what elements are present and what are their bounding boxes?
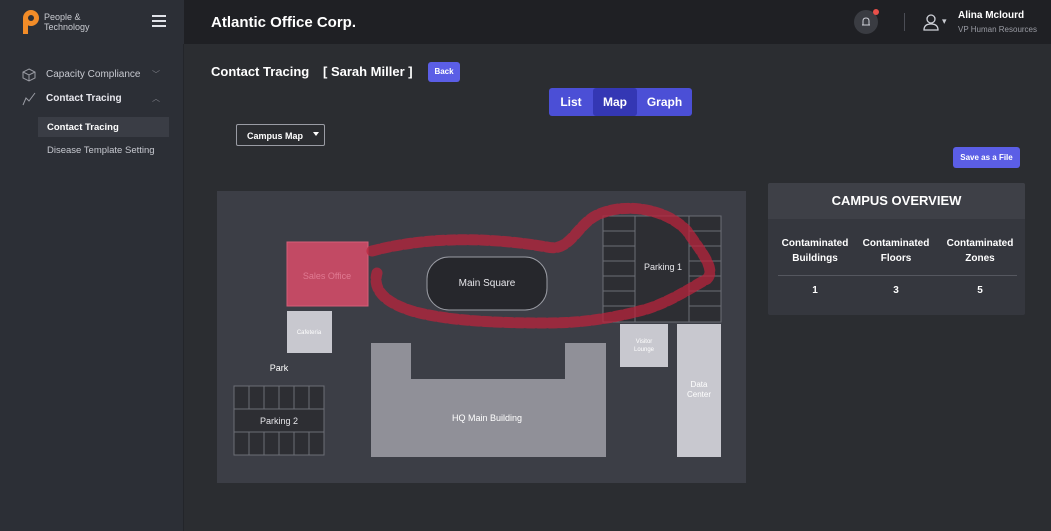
sidebar-subitem-label: Disease Template Setting — [47, 145, 155, 156]
sidebar-item-capacity-compliance[interactable]: Capacity Compliance ﹀ — [0, 64, 184, 86]
top-bar: People & Technology Atlantic Office Corp… — [0, 0, 1051, 44]
sidebar-subitem-disease-template-setting[interactable]: Disease Template Setting — [38, 140, 169, 160]
view-option-graph[interactable]: Graph — [637, 88, 692, 116]
sidebar-item-contact-tracing[interactable]: Contact Tracing ︿ — [0, 88, 184, 110]
data-center-label-2: Center — [687, 390, 711, 399]
sales-office-label: Sales Office — [303, 271, 351, 281]
user-name: Alina Mclourd — [958, 10, 1025, 21]
header-divider — [904, 13, 905, 31]
data-center-label-1: Data — [691, 380, 708, 389]
campus-overview-title: CAMPUS OVERVIEW — [768, 183, 1025, 219]
hq-main-label: HQ Main Building — [452, 413, 522, 423]
user-role: VP Human Resources — [958, 25, 1037, 34]
menu-toggle-icon[interactable] — [152, 15, 166, 27]
park-label: Park — [270, 363, 289, 373]
contaminated-buildings-value: 1 — [812, 285, 818, 296]
sidebar-item-label: Contact Tracing — [46, 93, 122, 104]
caret-down-icon — [313, 132, 319, 136]
traced-person-name: [ Sarah Miller ] — [323, 64, 413, 79]
chevron-up-icon: ︿ — [152, 94, 160, 103]
map-select-value: Campus Map — [247, 131, 304, 141]
parking-1-label: Parking 1 — [644, 262, 682, 272]
campus-overview-panel: CAMPUS OVERVIEW Contaminated Buildings C… — [768, 183, 1025, 315]
cafeteria-label: Cafeteria — [297, 330, 322, 336]
main-square-label: Main Square — [459, 278, 516, 289]
cube-icon — [22, 68, 36, 82]
save-as-file-button[interactable]: Save as a File — [953, 147, 1020, 168]
parking-2-label: Parking 2 — [260, 416, 298, 426]
contaminated-zones-value: 5 — [977, 285, 983, 296]
sidebar-subitem-label: Contact Tracing — [47, 122, 119, 133]
map-select[interactable]: Campus Map — [236, 124, 325, 146]
notification-dot — [873, 9, 879, 15]
sidebar-item-label: Capacity Compliance — [46, 69, 141, 80]
campus-map[interactable]: Sales Office Main Square Parking 1 Cafet… — [217, 191, 746, 483]
notification-bell-icon[interactable] — [854, 9, 879, 34]
contaminated-floors-value: 3 — [893, 285, 899, 296]
contaminated-zones-header: Contaminated Zones — [946, 238, 1014, 264]
trend-line-icon — [22, 92, 36, 106]
view-option-list[interactable]: List — [549, 88, 593, 116]
visitor-lounge-building — [620, 324, 668, 367]
brand-logo-icon — [23, 10, 39, 34]
contaminated-floors-header: Contaminated Floors — [862, 238, 930, 264]
contaminated-buildings-header: Contaminated Buildings — [781, 238, 849, 264]
sidebar-subitem-contact-tracing[interactable]: Contact Tracing — [38, 117, 169, 137]
view-toggle: List Map Graph — [549, 88, 692, 116]
overview-divider — [778, 275, 1017, 276]
back-button[interactable]: Back — [428, 62, 460, 82]
brand-name: People & Technology — [44, 12, 90, 32]
chevron-down-icon: ﹀ — [152, 70, 160, 79]
page-title: Contact Tracing — [211, 64, 310, 79]
sidebar: Capacity Compliance ﹀ Contact Tracing ︿ … — [0, 44, 184, 531]
visitor-lounge-label-1: Visitor — [636, 339, 653, 345]
user-icon[interactable] — [923, 13, 939, 31]
company-name: Atlantic Office Corp. — [211, 14, 357, 31]
chevron-down-icon[interactable]: ▾ — [942, 16, 947, 27]
view-option-map[interactable]: Map — [593, 88, 637, 116]
visitor-lounge-label-2: Lounge — [634, 347, 655, 353]
hq-main-building — [371, 343, 606, 457]
